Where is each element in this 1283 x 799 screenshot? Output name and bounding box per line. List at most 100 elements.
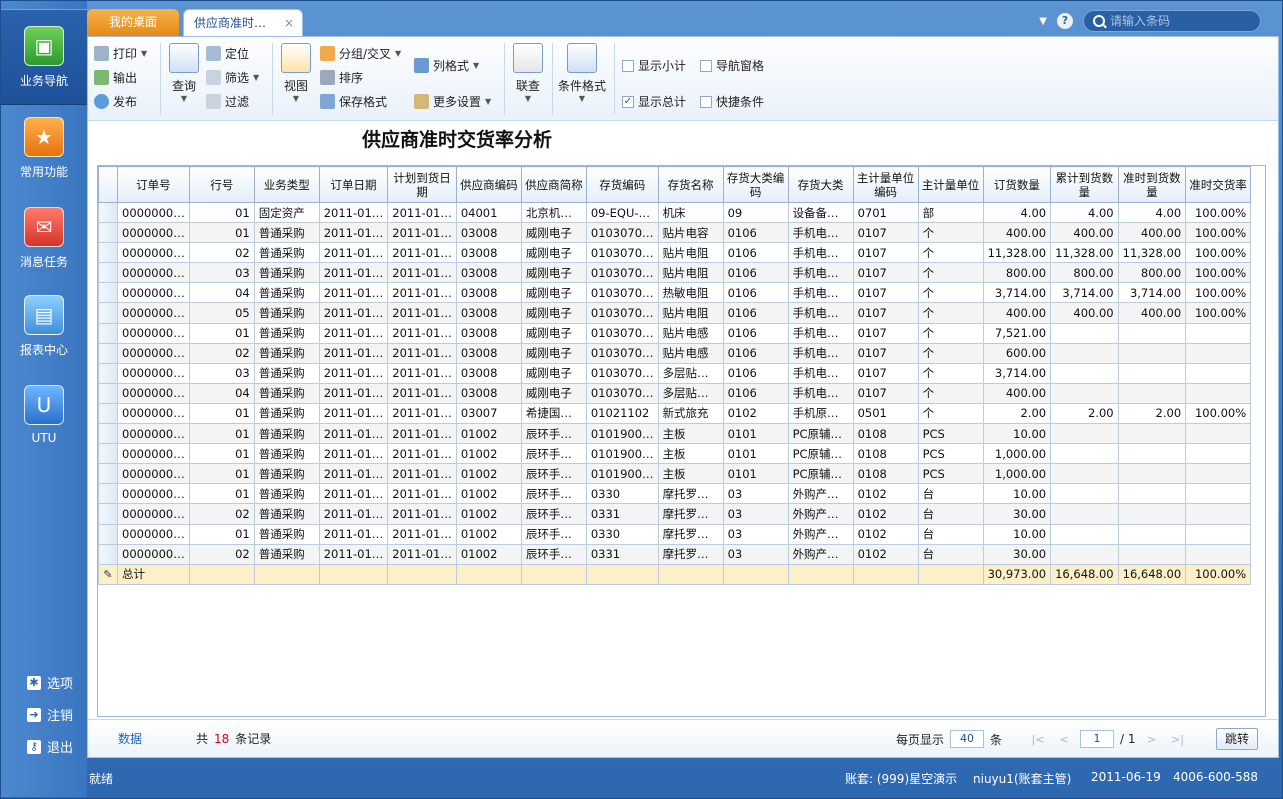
row-header[interactable]	[98, 402, 118, 425]
locate-button[interactable]: 定位	[206, 45, 249, 62]
row-header[interactable]	[98, 222, 118, 244]
column-header[interactable]: 订单日期	[318, 166, 389, 203]
nav-report-center[interactable]: ▤ 报表中心	[1, 295, 87, 358]
column-header[interactable]: 供应商编码	[455, 166, 522, 203]
nav-label: 报表中心	[19, 343, 68, 357]
row-header[interactable]	[98, 262, 118, 284]
column-header[interactable]: 存货名称	[657, 166, 724, 203]
column-header[interactable]: 存货大类编码	[722, 166, 789, 203]
filter-button[interactable]: 筛选 ▼	[206, 69, 259, 86]
table-cell: 03008	[455, 262, 522, 284]
table-row[interactable]: 0000000… 02 普通采购 2011-01… 2011-01… 01002 辰环手… 0…	[98, 503, 1252, 525]
row-header[interactable]	[98, 342, 118, 364]
row-header[interactable]	[98, 282, 118, 304]
nav-business-navigation[interactable]: ▣ 业务导航	[1, 9, 87, 105]
row-header[interactable]	[98, 362, 118, 384]
exit-link[interactable]: ⚷ 退出	[27, 737, 73, 756]
table-row[interactable]: 0000000… 04 普通采购 2011-01… 2011-01… 03008 威刚电子 0…	[98, 382, 1252, 404]
nav-pane-checkbox[interactable]: 导航窗格	[700, 57, 764, 74]
row-header[interactable]	[98, 443, 118, 465]
row-header[interactable]	[98, 382, 118, 404]
group-cross-button[interactable]: 分组/交叉 ▼	[320, 45, 401, 62]
table-row[interactable]: 0000000… 02 普通采购 2011-01… 2011-01… 01002 辰环手… 0…	[98, 543, 1252, 565]
table-row[interactable]: 0000000… 03 普通采购 2011-01… 2011-01… 03008 威刚电子 0…	[98, 262, 1252, 284]
column-header[interactable]: 行号	[188, 166, 255, 203]
publish-button[interactable]: 发布	[94, 93, 137, 110]
print-button[interactable]: 打印 ▼	[94, 45, 147, 62]
dropdown-arrow-icon[interactable]: ▼	[1039, 16, 1047, 27]
nav-utu[interactable]: U UTU	[1, 385, 87, 445]
table-row[interactable]: 0000000… 04 普通采购 2011-01… 2011-01… 03008 威刚电子 0…	[98, 282, 1252, 304]
row-header[interactable]	[98, 242, 118, 264]
tab-my-desktop[interactable]: 我的桌面	[87, 9, 179, 36]
column-header[interactable]: 主计量单位编码	[852, 166, 919, 203]
column-header[interactable]: 准时交货率	[1185, 166, 1252, 203]
publish-label: 发布	[113, 95, 138, 109]
row-header[interactable]	[98, 322, 118, 344]
table-row[interactable]: 0000000… 03 普通采购 2011-01… 2011-01… 03008 威刚电子 0…	[98, 362, 1252, 384]
table-row[interactable]: 0000000… 02 普通采购 2011-01… 2011-01… 03008 威刚电子 0…	[98, 342, 1252, 364]
table-row[interactable]: 0000000… 01 普通采购 2011-01… 2011-01… 01002 辰环手… 0…	[98, 463, 1252, 485]
jump-button[interactable]: 跳转	[1216, 728, 1259, 750]
column-header[interactable]: 订货数量	[982, 166, 1052, 203]
table-cell	[1117, 322, 1187, 344]
row-header[interactable]	[98, 543, 118, 565]
tab-supplier-ontime[interactable]: 供应商准时… ×	[183, 9, 303, 36]
table-row[interactable]: 0000000… 01 固定资产 2011-01… 2011-01… 04001 北京机… 0…	[98, 201, 1252, 224]
table-row[interactable]: 0000000… 01 普通采购 2011-01… 2011-01… 03008 威刚电子 0…	[98, 222, 1252, 244]
nav-common-functions[interactable]: ★ 常用功能	[1, 117, 87, 180]
table-row[interactable]: 0000000… 01 普通采购 2011-01… 2011-01… 01002 辰环手… 0…	[98, 423, 1252, 445]
table-cell	[1185, 362, 1252, 384]
column-header[interactable]: 订单号	[117, 166, 190, 203]
column-header[interactable]: 存货编码	[585, 166, 659, 203]
close-icon[interactable]: ×	[284, 10, 294, 37]
view-button[interactable]: 视图 ▼	[278, 43, 314, 103]
table-row[interactable]: 0000000… 02 普通采购 2011-01… 2011-01… 03008 威刚电子 0…	[98, 242, 1252, 264]
column-header[interactable]: 累计到货数量	[1050, 166, 1119, 203]
condition-format-button[interactable]: 条件格式 ▼	[556, 43, 608, 103]
row-header[interactable]	[98, 503, 118, 525]
show-total-checkbox[interactable]: ✓ 显示总计	[622, 93, 686, 110]
more-settings-button[interactable]: 更多设置 ▼	[414, 93, 491, 110]
column-format-button[interactable]: 列格式 ▼	[414, 57, 479, 74]
quick-condition-checkbox[interactable]: 快捷条件	[700, 93, 764, 110]
show-subtotal-checkbox[interactable]: 显示小计	[622, 57, 686, 74]
options-link[interactable]: ✱ 选项	[27, 673, 73, 692]
prev-page-icon[interactable]: <	[1054, 733, 1074, 746]
table-row[interactable]: 0000000… 01 普通采购 2011-01… 2011-01… 01002 辰环手… 0…	[98, 443, 1252, 465]
last-page-icon[interactable]: >|	[1168, 733, 1188, 746]
join-query-button[interactable]: 联查 ▼	[510, 43, 546, 103]
filter2-button[interactable]: 过滤	[206, 93, 249, 110]
query-button[interactable]: 查询 ▼	[166, 43, 202, 103]
table-row[interactable]: 0000000… 05 普通采购 2011-01… 2011-01… 03008 威刚电子 0…	[98, 302, 1252, 324]
sort-button[interactable]: 排序	[320, 69, 363, 86]
data-tab[interactable]: 数据	[118, 730, 142, 747]
first-page-icon[interactable]: |<	[1028, 733, 1048, 746]
table-row[interactable]: 0000000… 01 普通采购 2011-01… 2011-01… 01002 辰环手… 0…	[98, 483, 1252, 505]
column-header[interactable]: 准时到货数量	[1117, 166, 1187, 203]
column-header[interactable]: 业务类型	[253, 166, 320, 203]
next-page-icon[interactable]: >	[1142, 733, 1162, 746]
column-header[interactable]: 存货大类	[787, 166, 854, 203]
row-header[interactable]	[98, 463, 118, 485]
save-format-button[interactable]: 保存格式	[320, 93, 387, 110]
row-header[interactable]	[98, 483, 118, 505]
help-icon[interactable]: ?	[1057, 13, 1073, 29]
row-header[interactable]	[98, 302, 118, 324]
column-header[interactable]: 供应商简称	[520, 166, 587, 203]
report-grid[interactable]: 订单号 行号 业务类型 订单日期 计划到货日期 供应商编码 供应商简称 存货编码 存货名称 存货大…	[97, 165, 1266, 717]
row-header[interactable]	[98, 523, 118, 545]
page-number-input[interactable]: 1	[1080, 730, 1114, 748]
row-header[interactable]	[98, 201, 118, 224]
table-row[interactable]: 0000000… 01 普通采购 2011-01… 2011-01… 03007 希捷国… 0…	[98, 402, 1252, 425]
column-header[interactable]: 计划到货日期	[387, 166, 457, 203]
table-row[interactable]: 0000000… 01 普通采购 2011-01… 2011-01… 01002 辰环手… 0…	[98, 523, 1252, 545]
per-page-input[interactable]: 40	[950, 730, 985, 748]
row-header[interactable]	[98, 423, 118, 445]
column-header[interactable]: 主计量单位	[917, 166, 984, 203]
logout-link[interactable]: ➜ 注销	[27, 705, 73, 724]
export-button[interactable]: 输出	[94, 69, 137, 86]
barcode-search-input[interactable]: 请输入条码	[1083, 10, 1261, 32]
table-row[interactable]: 0000000… 01 普通采购 2011-01… 2011-01… 03008 威刚电子 0…	[98, 322, 1252, 344]
nav-message-tasks[interactable]: ✉ 消息任务	[1, 207, 87, 270]
